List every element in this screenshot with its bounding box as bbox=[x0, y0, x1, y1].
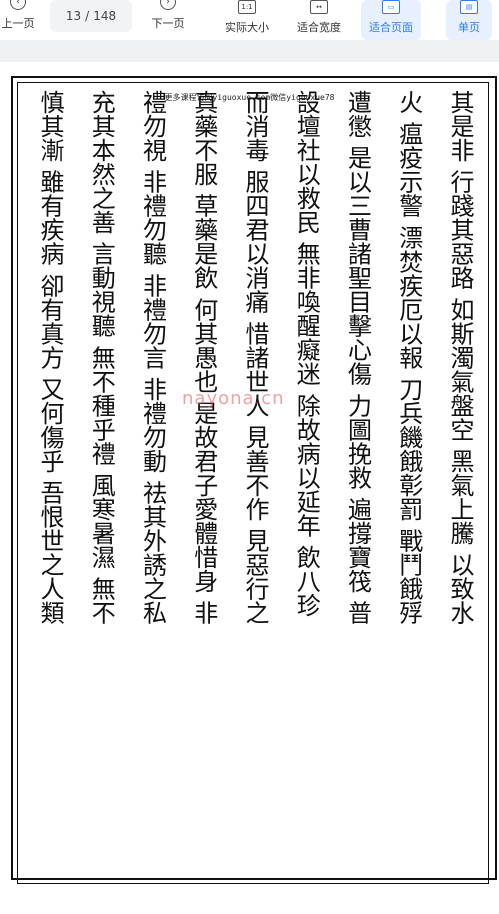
fit-width-button[interactable]: ↔ 适合宽度 bbox=[292, 0, 346, 40]
text-columns: 其是非 行踐其惡路 如斯濁氣盤空 黑氣上騰 以致水 火 瘟疫示警 漂焚疾厄以報 … bbox=[26, 90, 476, 850]
text-column-3: 遭懲 是以三曹諸聖目擊心傷 力圖挽救 遍撐寶筏 普 bbox=[343, 90, 372, 625]
next-page-button[interactable]: › 下一页 bbox=[148, 0, 188, 40]
fit-page-label: 适合页面 bbox=[369, 21, 413, 34]
watermark-overlay: nayona.cn bbox=[182, 388, 285, 409]
page-indicator[interactable]: 13 / 148 bbox=[50, 0, 132, 32]
actual-size-button[interactable]: 1:1 实际大小 bbox=[220, 0, 274, 40]
text-column-4: 設壇社以救民 無非喚醒癡迷 除故病以延年 飲八珍 bbox=[292, 90, 321, 617]
prev-page-label: 上一页 bbox=[1, 17, 35, 30]
text-column-6: 真藥不服 草藥是飲 何其愚也 是故君子愛體惜身 非 bbox=[189, 90, 218, 625]
viewer-toolbar: ‹ 上一页 13 / 148 › 下一页 1:1 实际大小 ↔ 适合宽度 ▭ 适… bbox=[0, 0, 499, 41]
toolbar-gap bbox=[0, 40, 499, 62]
page-current[interactable]: 13 bbox=[66, 9, 81, 23]
fit-width-label: 适合宽度 bbox=[297, 21, 341, 34]
single-page-button[interactable]: ▤ 单页 bbox=[446, 0, 492, 40]
chevron-left-icon: ‹ bbox=[10, 0, 26, 10]
text-column-1: 其是非 行踐其惡路 如斯濁氣盤空 黑氣上騰 以致水 bbox=[446, 90, 474, 625]
actual-size-icon: 1:1 bbox=[238, 0, 256, 14]
text-column-9: 慎其漸 雖有疾病 卻有真方 又何傷乎 吾恨世之人類 bbox=[36, 90, 64, 625]
single-page-label: 单页 bbox=[458, 21, 480, 34]
next-page-label: 下一页 bbox=[151, 17, 185, 30]
actual-size-label: 实际大小 bbox=[225, 21, 269, 34]
single-page-icon: ▤ bbox=[460, 0, 478, 14]
chevron-right-icon: › bbox=[160, 0, 176, 10]
page-separator: / bbox=[85, 9, 90, 23]
fit-page-icon: ▭ bbox=[382, 0, 400, 14]
text-column-8: 充其本然之善 言動視聽 無不種乎禮 風寒暑濕 無不 bbox=[87, 90, 116, 625]
text-column-5: 而消毒 服四君以消痛 惜諸世人 見善不作 見惡行之 bbox=[241, 90, 269, 625]
text-column-2: 火 瘟疫示警 漂焚疾厄以報 刀兵饑餓彰罰 戰鬥餓殍 bbox=[394, 90, 423, 625]
fit-page-button[interactable]: ▭ 适合页面 bbox=[361, 0, 421, 40]
fit-width-icon: ↔ bbox=[310, 0, 328, 14]
page-total: 148 bbox=[93, 9, 117, 23]
prev-page-button[interactable]: ‹ 上一页 bbox=[0, 0, 36, 40]
text-column-7: 禮勿視 非禮勿聽 非禮勿言 非禮勿動 祛其外誘之私 bbox=[138, 90, 167, 625]
